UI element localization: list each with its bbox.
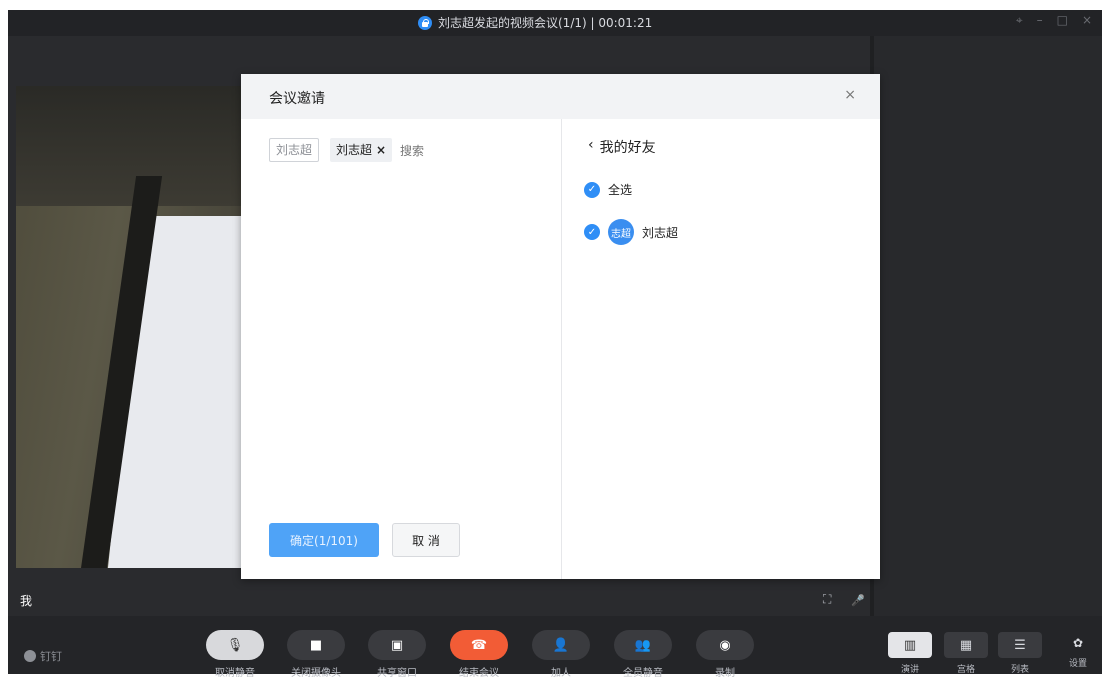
pin-icon[interactable]: ⌖	[1016, 13, 1023, 28]
grid-view-button[interactable]: ▦ 宫格	[944, 632, 988, 675]
camera-icon: ■	[309, 637, 323, 653]
unmute-button[interactable]: 🎙 取消静音	[206, 630, 264, 679]
camera-off-label: 关闭摄像头	[291, 668, 341, 679]
fullscreen-icon[interactable]: ⛶	[823, 592, 831, 607]
select-all-row[interactable]: ✓ 全选	[584, 181, 632, 198]
camera-off-button[interactable]: ■ 关闭摄像头	[287, 630, 345, 679]
record-label: 录制	[715, 668, 735, 679]
window-title-text: 刘志超发起的视频会议(1/1) | 00:01:21	[438, 16, 653, 30]
check-icon: ✓	[584, 224, 600, 240]
dialog-title: 会议邀请	[269, 91, 325, 107]
record-button[interactable]: ◉ 录制	[696, 630, 754, 679]
avatar: 志超	[608, 219, 634, 245]
settings-label: 设置	[1068, 659, 1087, 669]
minimize-icon[interactable]: –	[1037, 13, 1043, 28]
speaker-view-button[interactable]: ▥ 演讲	[888, 632, 932, 675]
bottom-toolbar: 钉钉 🎙 取消静音 ■ 关闭摄像头 ▣ 共享窗口 ☎ 结束会议 👤 加人 👥 全…	[8, 616, 1102, 679]
back-to-friends[interactable]: ‹ 我的好友	[588, 137, 656, 157]
dialog-header: 会议邀请 ×	[241, 74, 880, 119]
hangup-icon: ☎	[470, 637, 488, 653]
speaker-view-icon: ▥	[903, 637, 917, 653]
share-icon: ▣	[390, 637, 404, 653]
chevron-left-icon: ‹	[588, 137, 594, 153]
grid-view-icon: ▦	[959, 637, 973, 653]
unmute-label: 取消静音	[215, 668, 255, 679]
end-meeting-button[interactable]: ☎ 结束会议	[450, 630, 508, 679]
friend-name: 刘志超	[642, 225, 679, 240]
remove-tag-icon[interactable]: ×	[376, 138, 386, 162]
friends-panel: ‹ 我的好友 ✓ 全选 ✓ 志超 刘志超	[562, 119, 880, 579]
right-panel	[874, 36, 1102, 616]
record-icon: ◉	[719, 637, 731, 653]
recent-tag[interactable]: 刘志超	[269, 138, 320, 162]
invite-dialog: 会议邀请 × 刘志超 刘志超 × 确定(1/101) 取 消 ‹ 我的好友 ✓ …	[241, 74, 880, 579]
add-person-label: 加人	[551, 668, 571, 679]
close-window-icon[interactable]: ×	[1082, 13, 1092, 28]
list-view-label: 列表	[1010, 665, 1029, 675]
lock-icon	[418, 15, 432, 30]
settings-button[interactable]: ✿ 设置	[1064, 636, 1092, 669]
selected-tag-label: 刘志超	[336, 143, 373, 157]
mic-status-icon: 🎤	[851, 594, 865, 607]
window-title: 刘志超发起的视频会议(1/1) | 00:01:21	[418, 14, 652, 31]
mute-all-button[interactable]: 👥 全员静音	[614, 630, 672, 679]
mic-muted-icon: 🎙	[226, 637, 244, 653]
window-controls: ⌖ – □ ×	[1016, 13, 1092, 28]
self-label: 我	[20, 594, 33, 608]
selected-tag[interactable]: 刘志超 ×	[330, 138, 393, 162]
cancel-button[interactable]: 取 消	[392, 523, 460, 557]
speaker-view-label: 演讲	[900, 665, 919, 675]
grid-view-label: 宫格	[956, 665, 975, 675]
mute-all-label: 全员静音	[623, 668, 663, 679]
search-input[interactable]	[398, 140, 542, 162]
confirm-button[interactable]: 确定(1/101)	[269, 523, 379, 557]
list-view-button[interactable]: ☰ 列表	[998, 632, 1042, 675]
dingtalk-logo-icon	[24, 650, 36, 662]
title-bar: 刘志超发起的视频会议(1/1) | 00:01:21 ⌖ – □ ×	[8, 10, 1102, 36]
select-all-label: 全选	[608, 183, 633, 197]
end-meeting-label: 结束会议	[459, 668, 499, 679]
friends-heading: 我的好友	[599, 140, 656, 156]
share-window-button[interactable]: ▣ 共享窗口	[368, 630, 426, 679]
mute-all-icon: 👥	[634, 637, 652, 653]
close-icon[interactable]: ×	[844, 87, 856, 103]
add-person-icon: 👤	[552, 637, 570, 653]
check-icon: ✓	[584, 181, 600, 198]
list-view-icon: ☰	[1014, 637, 1026, 653]
add-person-button[interactable]: 👤 加人	[532, 630, 590, 679]
self-video	[16, 86, 248, 568]
gear-icon: ✿	[1072, 636, 1084, 650]
maximize-icon[interactable]: □	[1057, 13, 1068, 28]
friend-row[interactable]: ✓ 志超 刘志超	[584, 219, 678, 245]
brand-label: 钉钉	[40, 650, 62, 663]
share-window-label: 共享窗口	[377, 668, 417, 679]
dingtalk-brand: 钉钉	[24, 648, 62, 664]
